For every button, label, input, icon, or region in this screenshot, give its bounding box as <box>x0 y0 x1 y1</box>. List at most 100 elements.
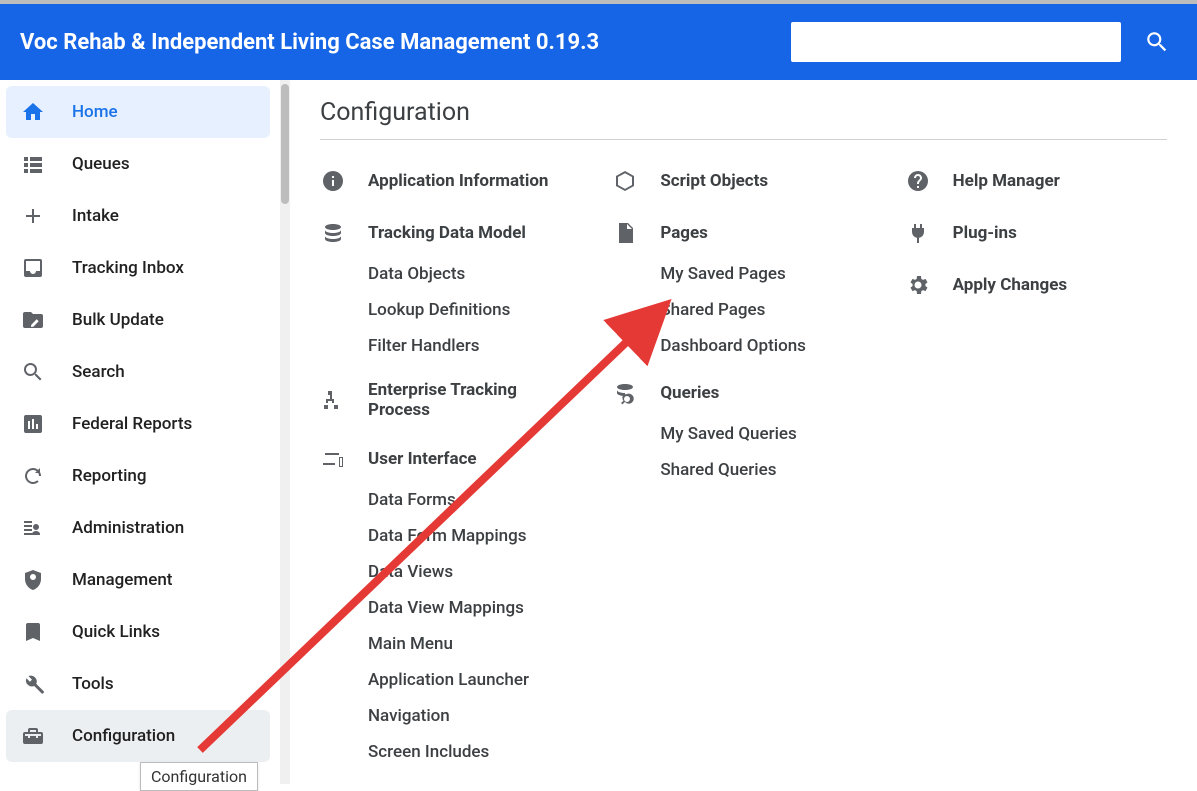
sidebar-item-tracking-inbox[interactable]: Tracking Inbox <box>6 242 270 294</box>
config-link-label: Help Manager <box>953 171 1060 191</box>
search-icon <box>21 360 45 384</box>
config-link-label: Queries <box>660 383 719 403</box>
folder-edit-icon <box>20 307 46 333</box>
search-icon <box>20 359 46 385</box>
config-group-plug-ins: Plug-ins <box>905 210 1167 256</box>
config-link-user-interface[interactable]: User Interface <box>320 436 582 482</box>
config-sublink-application-launcher[interactable]: Application Launcher <box>320 662 582 698</box>
config-grid: Application Information Tracking Data Mod… <box>320 158 1167 776</box>
page-icon <box>613 221 637 245</box>
folder-edit-icon <box>21 308 45 332</box>
sidebar-item-label: Federal Reports <box>72 414 192 434</box>
search-button[interactable] <box>1137 22 1177 62</box>
search-icon <box>1144 29 1170 55</box>
plus-icon <box>21 204 45 228</box>
config-link-label: Apply Changes <box>953 275 1067 295</box>
shield-person-icon <box>20 567 46 593</box>
cube-icon <box>612 168 638 194</box>
config-sublink-data-views[interactable]: Data Views <box>320 554 582 590</box>
sidebar-item-label: Reporting <box>72 466 147 486</box>
config-sublink-data-form-mappings[interactable]: Data Form Mappings <box>320 518 582 554</box>
plug-icon <box>906 221 930 245</box>
info-icon <box>320 168 346 194</box>
config-link-application-information[interactable]: Application Information <box>320 158 582 204</box>
config-sublink-shared-pages[interactable]: Shared Pages <box>612 292 874 328</box>
sidebar-item-reporting[interactable]: Reporting <box>6 450 270 502</box>
sidebar-item-label: Tracking Inbox <box>72 258 184 278</box>
config-sublink-shared-queries[interactable]: Shared Queries <box>612 452 874 488</box>
config-sublink-dashboard-options[interactable]: Dashboard Options <box>612 328 874 364</box>
sidebar-item-home[interactable]: Home <box>6 86 270 138</box>
bar-chart-icon <box>20 411 46 437</box>
config-sublink-data-view-mappings[interactable]: Data View Mappings <box>320 590 582 626</box>
home-icon <box>21 100 45 124</box>
config-sublink-data-objects[interactable]: Data Objects <box>320 256 582 292</box>
global-search-input[interactable] <box>791 22 1121 62</box>
scrollbar-thumb[interactable] <box>281 84 289 204</box>
config-group-user-interface: User Interface Data FormsData Form Mappin… <box>320 436 582 770</box>
tooltip-configuration: Configuration <box>140 762 258 791</box>
config-sublink-screen-includes[interactable]: Screen Includes <box>320 734 582 770</box>
sidebar-item-label: Quick Links <box>72 622 160 642</box>
devices-icon <box>320 446 346 472</box>
refresh-icon <box>20 463 46 489</box>
sidebar-item-label: Home <box>72 102 118 122</box>
database-icon <box>320 220 346 246</box>
page-icon <box>612 220 638 246</box>
config-column-0: Application Information Tracking Data Mod… <box>320 158 582 776</box>
config-link-plug-ins[interactable]: Plug-ins <box>905 210 1167 256</box>
sidebar-item-label: Search <box>72 362 125 382</box>
config-link-enterprise-tracking-process[interactable]: Enterprise Tracking Process <box>320 370 582 430</box>
config-sublink-navigation[interactable]: Navigation <box>320 698 582 734</box>
config-sublink-data-forms[interactable]: Data Forms <box>320 482 582 518</box>
config-link-label: Plug-ins <box>953 223 1017 243</box>
config-link-tracking-data-model[interactable]: Tracking Data Model <box>320 210 582 256</box>
help-icon <box>906 169 930 193</box>
cube-icon <box>613 169 637 193</box>
devices-icon <box>321 447 345 471</box>
config-link-queries[interactable]: Queries <box>612 370 874 416</box>
config-sublink-my-saved-pages[interactable]: My Saved Pages <box>612 256 874 292</box>
config-link-label: Application Information <box>368 171 548 191</box>
help-icon <box>905 168 931 194</box>
list-icon <box>21 152 45 176</box>
sidebar-item-label: Intake <box>72 206 119 226</box>
app-header: Voc Rehab & Independent Living Case Mana… <box>0 0 1197 80</box>
config-link-help-manager[interactable]: Help Manager <box>905 158 1167 204</box>
config-link-script-objects[interactable]: Script Objects <box>612 158 874 204</box>
search-wrap <box>791 22 1177 62</box>
sidebar: Home Queues Intake Tracking Inbox Bulk Updat… <box>0 80 280 784</box>
config-sublink-lookup-definitions[interactable]: Lookup Definitions <box>320 292 582 328</box>
sidebar-item-queues[interactable]: Queues <box>6 138 270 190</box>
main-content: Configuration Application InformationTra… <box>290 80 1197 784</box>
inbox-icon <box>21 256 45 280</box>
config-sublink-main-menu[interactable]: Main Menu <box>320 626 582 662</box>
bookmark-icon <box>20 619 46 645</box>
sidebar-item-management[interactable]: Management <box>6 554 270 606</box>
config-link-label: User Interface <box>368 449 477 469</box>
sidebar-scrollbar[interactable] <box>280 80 290 784</box>
config-sublink-filter-handlers[interactable]: Filter Handlers <box>320 328 582 364</box>
admin-icon <box>20 515 46 541</box>
sidebar-item-intake[interactable]: Intake <box>6 190 270 242</box>
config-sublink-my-saved-queries[interactable]: My Saved Queries <box>612 416 874 452</box>
toolbox-icon <box>20 723 46 749</box>
sidebar-item-administration[interactable]: Administration <box>6 502 270 554</box>
config-link-pages[interactable]: Pages <box>612 210 874 256</box>
list-icon <box>20 151 46 177</box>
branch-icon <box>321 388 345 412</box>
config-group-enterprise-tracking-process: Enterprise Tracking Process <box>320 370 582 430</box>
config-link-apply-changes[interactable]: Apply Changes <box>905 262 1167 308</box>
sidebar-item-label: Management <box>72 570 172 590</box>
sidebar-item-configuration[interactable]: Configuration <box>6 710 270 762</box>
sidebar-item-federal-reports[interactable]: Federal Reports <box>6 398 270 450</box>
db-search-icon <box>613 381 637 405</box>
sidebar-item-tools[interactable]: Tools <box>6 658 270 710</box>
config-link-label: Pages <box>660 223 708 243</box>
config-link-label: Tracking Data Model <box>368 223 526 243</box>
plus-icon <box>20 203 46 229</box>
config-column-2: Help Manager Plug-ins Apply Changes <box>905 158 1167 776</box>
sidebar-item-search[interactable]: Search <box>6 346 270 398</box>
sidebar-item-quick-links[interactable]: Quick Links <box>6 606 270 658</box>
sidebar-item-bulk-update[interactable]: Bulk Update <box>6 294 270 346</box>
